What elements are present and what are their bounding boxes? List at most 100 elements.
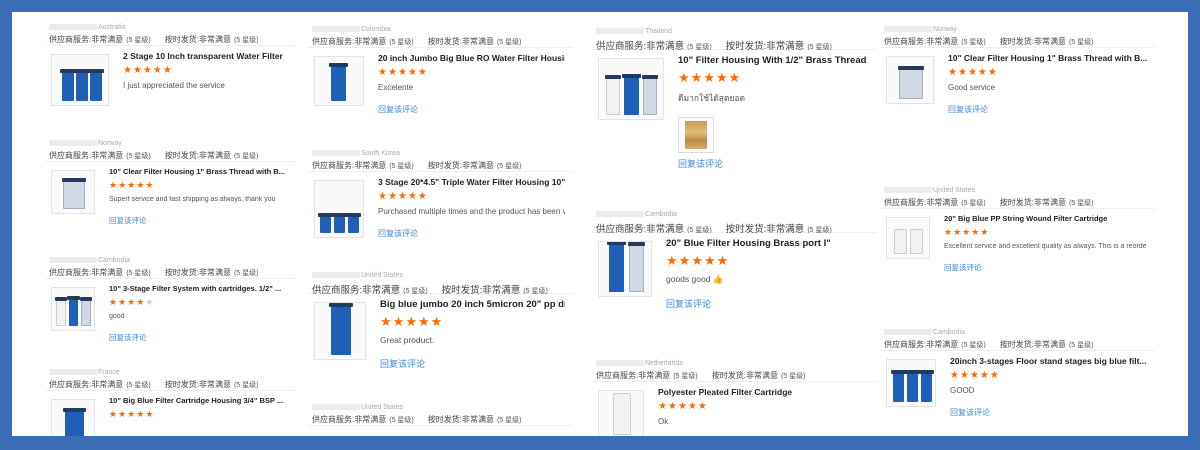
supplier-level: (5 星级)	[126, 37, 151, 44]
product-title-link[interactable]: Polyester Pleated Filter Cartridge	[658, 387, 869, 397]
star-icon: ★	[152, 65, 163, 76]
country-label: Cambodia	[98, 257, 130, 264]
reviewer-country: Norway	[880, 24, 1155, 35]
product-title-link[interactable]: 3 Stage 20*4.5" Triple Water Filter Hous…	[378, 177, 565, 187]
reply-to-review-link[interactable]: 回复该评论	[678, 157, 869, 170]
filter-cap	[622, 73, 641, 78]
product-thumbnail[interactable]	[314, 180, 364, 238]
ratings-row: 供应商服务:非常满意 (5 星级) 按时发货:非常满意 (5 星级)	[45, 378, 295, 391]
product-thumbnail[interactable]	[598, 241, 652, 297]
star-icon: ★	[109, 180, 119, 190]
product-thumbnail[interactable]	[51, 170, 95, 214]
reply-to-review-link[interactable]: 回复该评论	[378, 228, 565, 239]
review-text: I just appreciated the service	[123, 81, 225, 90]
country-label: Thailand	[645, 28, 672, 35]
reply-to-review-link[interactable]: 回复该评论	[948, 104, 1147, 115]
shipping-label: 按时发货:	[164, 35, 199, 44]
product-title-link[interactable]: Big blue jumbo 20 inch 5micron 20" pp dr…	[380, 299, 565, 310]
review-body: Big blue jumbo 20 inch 5micron 20" pp dr…	[308, 294, 573, 393]
review-card: South Korea 供应商服务:非常满意 (5 星级) 按时发货:非常满意 (5 星…	[308, 148, 573, 258]
star-icon: ★	[378, 67, 388, 78]
supplier-service-label: 供应商服务:	[312, 161, 355, 170]
product-title-link[interactable]: 10" Clear Filter Housing 1" Brass Thread…	[109, 167, 287, 176]
product-title-link[interactable]: 20" Blue Filter Housing Brass port I"	[666, 238, 869, 249]
star-rating: ★★★★★	[948, 67, 1147, 78]
filter-housing-image	[893, 228, 907, 254]
supplier-service-value: 非常满意	[926, 37, 959, 46]
filter-housing-image	[606, 242, 626, 292]
reviewer-country: France	[45, 367, 295, 378]
star-rating: ★★★★★	[380, 314, 565, 330]
star-icon: ★	[405, 314, 418, 329]
review-body: 20" Big Blue PP String Wound Filter Cart…	[880, 209, 1155, 293]
product-thumbnail[interactable]	[598, 390, 644, 436]
star-icon: ★	[977, 67, 988, 78]
reply-to-review-link[interactable]: 回复该评论	[109, 332, 287, 343]
product-thumbnail[interactable]	[886, 217, 930, 259]
ratings-row: 供应商服务:非常满意 (5 星级) 按时发货:非常满意 (5 星级)	[308, 35, 573, 48]
filter-cap	[628, 242, 646, 247]
star-icon: ★	[716, 253, 730, 268]
reply-to-review-link[interactable]: 回复该评论	[666, 297, 869, 310]
product-title-link[interactable]: 20" Big Blue PP String Wound Filter Cart…	[944, 214, 1147, 223]
shipping-value: 非常满意	[1033, 37, 1066, 46]
star-icon: ★	[728, 70, 742, 85]
reviewer-country: Cambodia	[45, 255, 295, 266]
star-icon: ★	[987, 67, 998, 78]
star-rating: ★★★★★	[109, 297, 287, 308]
product-title-link[interactable]: 10" Big Blue Filter Cartridge Housing 3/…	[109, 396, 287, 405]
star-icon: ★	[658, 401, 668, 412]
product-title-link[interactable]: 10" Filter Housing With 1/2" Brass Threa…	[678, 55, 869, 66]
product-thumbnail[interactable]	[51, 54, 109, 106]
product-thumbnail[interactable]	[51, 287, 95, 331]
product-title-link[interactable]: 20 inch Jumbo Big Blue RO Water Filter H…	[378, 53, 565, 63]
filter-housing-image	[919, 370, 934, 402]
product-thumbnail[interactable]	[886, 56, 934, 104]
product-thumbnail[interactable]	[598, 58, 664, 120]
product-title-link[interactable]: 10" Clear Filter Housing 1" Brass Thread…	[948, 53, 1147, 63]
reviews-panel: Australia 供应商服务:非常满意 (5 星级) 按时发货:非常满意 (5 星级)…	[12, 12, 1188, 436]
star-icon: ★	[969, 370, 980, 381]
review-card: Cambodia 供应商服务:非常满意 (5 星级) 按时发货:非常满意 (5 星级) 2…	[880, 327, 1155, 436]
supplier-level: (5 星级)	[126, 270, 151, 277]
reply-to-review-link[interactable]: 回复该评论	[950, 407, 1147, 418]
supplier-service-label: 供应商服务:	[49, 268, 92, 277]
reviewer-name-blurred	[596, 28, 644, 35]
reply-to-review-link[interactable]: 回复该评论	[378, 104, 565, 115]
star-icon: ★	[397, 67, 408, 78]
star-icon: ★	[378, 191, 388, 202]
review-photo[interactable]	[678, 117, 714, 153]
star-icon: ★	[142, 65, 153, 76]
filter-cap	[328, 303, 354, 307]
filter-housing-image	[909, 228, 924, 254]
product-title-link[interactable]: 2 Stage 10 Inch transparent Water Filter	[123, 51, 287, 61]
supplier-service-label: 供应商服务:	[312, 415, 355, 424]
reviewer-name-blurred	[49, 257, 97, 264]
supplier-level: (5 星级)	[389, 39, 414, 46]
star-icon: ★	[948, 67, 958, 78]
filter-housing-image	[622, 73, 641, 115]
shipping-value: 非常满意	[1033, 198, 1066, 207]
review-text: ดีมากใช้ได้สุดยอด	[678, 93, 746, 103]
reply-to-review-link[interactable]: 回复该评论	[109, 215, 287, 226]
filter-cap	[604, 74, 622, 79]
reviewer-name-blurred	[312, 272, 360, 279]
product-thumbnail[interactable]	[314, 302, 366, 360]
product-title-link[interactable]: 20inch 3-stages Floor stand stages big b…	[950, 356, 1147, 366]
star-rating: ★★★★★	[658, 401, 869, 412]
reviewer-country: Australia	[45, 22, 295, 33]
ratings-row: 供应商服务:非常满意 (5 星级) 按时发货:非常满意 (5 星级)	[880, 35, 1155, 48]
product-thumbnail[interactable]	[314, 56, 364, 106]
product-title-link[interactable]: 10" 3-Stage Filter System with cartridge…	[109, 284, 287, 293]
product-thumbnail[interactable]	[886, 359, 936, 407]
review-card: Norway 供应商服务:非常满意 (5 星级) 按时发货:非常满意 (5 星级) 10"…	[45, 138, 295, 234]
star-icon: ★	[959, 370, 970, 381]
reply-to-review-link[interactable]: 回复该评论	[944, 262, 1147, 273]
review-info: 20inch 3-stages Floor stand stages big b…	[950, 356, 1147, 418]
reply-to-review-link[interactable]: 回复该评论	[380, 357, 565, 370]
reviewer-name-blurred	[884, 329, 932, 336]
review-info: 3 Stage 20*4.5" Triple Water Filter Hous…	[378, 177, 565, 239]
reviewer-country: Thailand	[592, 26, 877, 37]
supplier-service-label: 供应商服务:	[884, 198, 927, 207]
product-thumbnail[interactable]	[51, 399, 95, 436]
